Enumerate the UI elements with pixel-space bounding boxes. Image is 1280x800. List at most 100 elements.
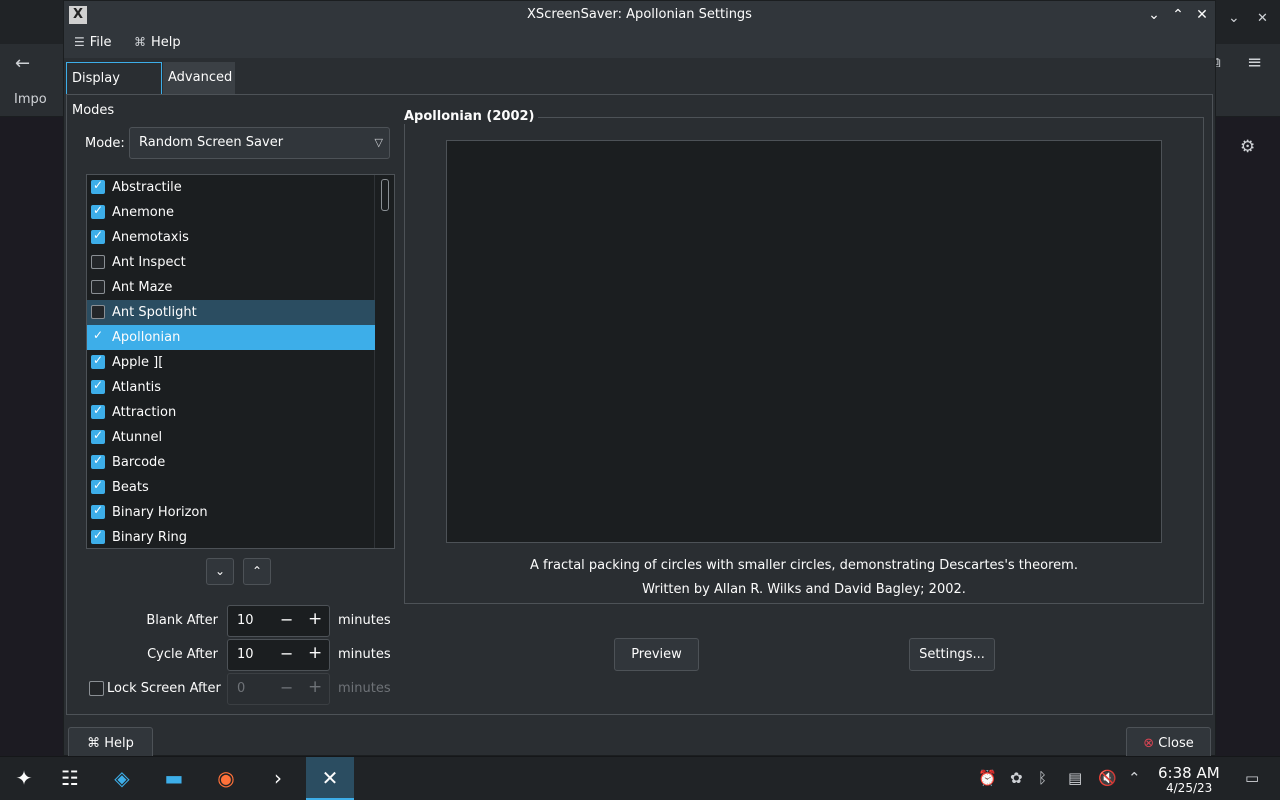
steam-icon[interactable]: ✿: [1010, 769, 1023, 787]
blank-after-label: Blank After: [146, 613, 218, 628]
screensaver-list[interactable]: Abstractile Anemone Anemotaxis Ant Inspect A…: [86, 174, 395, 549]
list-item-checkbox[interactable]: [91, 280, 105, 294]
mode-dropdown[interactable]: Random Screen Saver ▽: [129, 127, 390, 159]
list-item[interactable]: Ant Spotlight: [87, 300, 375, 325]
import-bookmarks-label[interactable]: Impo: [14, 92, 47, 107]
list-item[interactable]: Barcode: [87, 450, 375, 475]
list-item-checkbox[interactable]: [91, 328, 105, 344]
help-menu-icon: ⌘: [134, 35, 146, 49]
preview-title: Apollonian (2002): [404, 109, 539, 124]
help-button-label: Help: [104, 736, 134, 751]
xscreensaver-taskbar-icon[interactable]: ✕: [306, 757, 354, 800]
list-item[interactable]: Anemone: [87, 200, 375, 225]
list-item-label: Atlantis: [112, 380, 162, 395]
lock-after-spinbox: 0 − +: [227, 673, 330, 705]
volume-muted-icon[interactable]: 🔇: [1098, 769, 1117, 787]
firefox-icon[interactable]: ◉: [202, 757, 250, 800]
cycle-after-spinbox[interactable]: 10 − +: [227, 639, 330, 671]
lock-screen-checkbox[interactable]: [89, 681, 104, 696]
clock-date[interactable]: 4/25/23: [1166, 781, 1212, 795]
list-item[interactable]: Ant Inspect: [87, 250, 375, 275]
preview-button[interactable]: Preview: [614, 638, 699, 671]
tab-display-modes[interactable]: Display Modes: [66, 62, 162, 118]
gear-icon[interactable]: ⚙: [1240, 137, 1255, 157]
list-item[interactable]: Abstractile: [87, 175, 375, 200]
clipboard-icon[interactable]: ▤: [1068, 769, 1082, 787]
list-item[interactable]: Binary Ring: [87, 525, 375, 548]
list-item[interactable]: Anemotaxis: [87, 225, 375, 250]
show-desktop-icon[interactable]: ▭: [1245, 769, 1259, 787]
list-item-checkbox[interactable]: [91, 255, 105, 269]
list-item-checkbox[interactable]: [91, 528, 105, 544]
lock-after-increment-icon: +: [308, 677, 323, 697]
cycle-after-increment-icon[interactable]: +: [308, 643, 322, 663]
list-item-label: Abstractile: [112, 180, 182, 195]
list-scrollbar[interactable]: [374, 175, 394, 548]
list-item[interactable]: Atlantis: [87, 375, 375, 400]
list-item-checkbox[interactable]: [91, 178, 105, 194]
mode-dropdown-value: Random Screen Saver: [139, 135, 284, 150]
list-item[interactable]: Ant Maze: [87, 275, 375, 300]
list-item[interactable]: Attraction: [87, 400, 375, 425]
cycle-after-unit: minutes: [338, 647, 391, 662]
blank-after-spinbox[interactable]: 10 − +: [227, 605, 330, 637]
menu-file[interactable]: ☰ File: [74, 35, 112, 50]
application-launcher-icon[interactable]: ✦: [0, 757, 48, 800]
lock-screen-after-label[interactable]: Lock Screen After: [107, 681, 221, 696]
list-item-checkbox[interactable]: [91, 228, 105, 244]
list-item-checkbox[interactable]: [91, 305, 105, 319]
previous-screensaver-button[interactable]: ⌃: [243, 558, 271, 585]
list-item-checkbox[interactable]: [91, 428, 105, 444]
background-close-icon[interactable]: ✕: [1257, 11, 1268, 26]
next-screensaver-button[interactable]: ⌄: [206, 558, 234, 585]
list-scrollbar-thumb[interactable]: [381, 179, 389, 211]
close-icon: ⊗: [1143, 736, 1159, 751]
minimize-button[interactable]: ⌄: [1144, 5, 1164, 25]
blank-after-value[interactable]: 10: [237, 613, 254, 628]
tab-advanced[interactable]: Advanced: [163, 62, 235, 94]
taskbar: ✦ ☷ ◈ ▬ ◉ › ✕ ⏰ ✿ ᛒ ▤ 🔇 ⌃ ▭: [0, 756, 1280, 800]
title-bar: X XScreenSaver: Apollonian Settings ⌄ ⌃ …: [64, 1, 1215, 30]
list-item-checkbox[interactable]: [91, 478, 105, 494]
list-item-checkbox[interactable]: [91, 403, 105, 419]
list-item-label: Anemone: [112, 205, 174, 220]
menu-file-label: File: [89, 35, 112, 50]
notifications-icon[interactable]: ⏰: [978, 769, 997, 787]
menu-bar: ☰ File ⌘ Help: [64, 30, 1215, 58]
list-item[interactable]: Apollonian: [87, 325, 375, 350]
terminal-icon[interactable]: ›: [254, 757, 302, 800]
menu-help-label: Help: [151, 35, 181, 50]
hamburger-menu-icon[interactable]: ≡: [1247, 52, 1262, 73]
list-item-checkbox[interactable]: [91, 453, 105, 469]
system-settings-icon[interactable]: ☷: [46, 757, 94, 800]
bluetooth-icon[interactable]: ᛒ: [1038, 769, 1047, 787]
blank-after-decrement-icon[interactable]: −: [280, 610, 293, 629]
cycle-after-decrement-icon[interactable]: −: [280, 644, 293, 663]
file-manager-icon[interactable]: ▬: [150, 757, 198, 800]
menu-help[interactable]: ⌘ Help: [134, 35, 181, 50]
list-item[interactable]: Atunnel: [87, 425, 375, 450]
list-item-checkbox[interactable]: [91, 353, 105, 369]
maximize-button[interactable]: ⌃: [1168, 5, 1188, 25]
back-arrow-icon[interactable]: ←: [15, 53, 30, 74]
blank-after-increment-icon[interactable]: +: [308, 609, 322, 629]
close-window-button[interactable]: ✕: [1192, 5, 1212, 25]
list-item-label: Ant Maze: [112, 280, 173, 295]
list-item[interactable]: Binary Horizon: [87, 500, 375, 525]
mode-label: Mode:: [85, 136, 125, 151]
lock-after-unit: minutes: [338, 681, 391, 696]
cycle-after-label: Cycle After: [147, 647, 218, 662]
clock-time[interactable]: 6:38 AM: [1158, 764, 1220, 782]
list-item-checkbox[interactable]: [91, 503, 105, 519]
list-item[interactable]: Apple ][: [87, 350, 375, 375]
list-item-checkbox[interactable]: [91, 203, 105, 219]
list-item-checkbox[interactable]: [91, 378, 105, 394]
background-minimize-icon[interactable]: ⌄: [1228, 10, 1240, 26]
tray-expand-icon[interactable]: ⌃: [1128, 769, 1141, 787]
cycle-after-value[interactable]: 10: [237, 647, 254, 662]
settings-button[interactable]: Settings...: [909, 638, 995, 671]
list-item-label: Anemotaxis: [112, 230, 189, 245]
discover-store-icon[interactable]: ◈: [98, 757, 146, 800]
list-item[interactable]: Beats: [87, 475, 375, 500]
list-item-label: Barcode: [112, 455, 166, 470]
